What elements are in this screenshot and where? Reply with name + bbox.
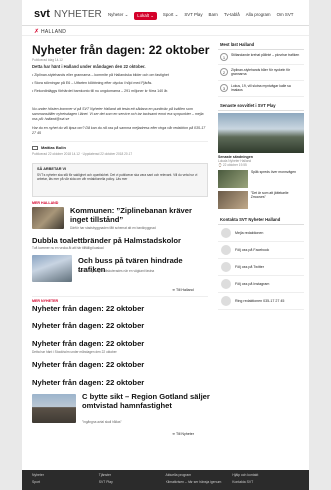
instagram-icon — [221, 278, 231, 289]
byline: Mattias Bolin Publicerad 22 oktober 2018… — [32, 141, 208, 156]
site-footer: Nyheter Tjänster Aktuella program Hjälp … — [22, 470, 309, 490]
rank-badge: 2 — [220, 68, 228, 76]
footer-heading: Tjänster — [98, 473, 111, 477]
notice-text: SVT:s nyheter ska stå för saklighet och … — [37, 173, 198, 182]
most-read-item[interactable]: 3 Lokus, 19, vill slutna myntvägar kalle … — [218, 81, 304, 97]
rank-badge: 3 — [220, 83, 228, 92]
article-link-sub: Därför har stadsbyggnaden fått schemat a… — [70, 226, 156, 230]
article-link-sub: Två kommer nu en vecka åt att här tillfä… — [32, 246, 104, 250]
news-item-title[interactable]: Nyheter från dagen: 22 oktober — [32, 360, 144, 369]
region-bar: ✗ HALLAND — [22, 26, 309, 36]
nav-alla-program[interactable]: Alla program — [246, 12, 271, 20]
play-item[interactable]: Spåk spreds över monnvägen — [218, 169, 304, 188]
twitter-icon — [221, 261, 231, 272]
article-lead: Detta har hänt i Halland under måndagen … — [32, 64, 146, 69]
nav-om-svt[interactable]: Om SVT — [277, 12, 294, 20]
nav-tv-tabla[interactable]: Tv-tablå — [224, 12, 240, 20]
contact-phone[interactable]: Ring redaktionen 035-17 27 45 — [218, 293, 304, 310]
svt-logo[interactable]: svt NYHETER — [34, 8, 102, 20]
sidebar: Mest läst Halland 1 Stiltandande krehat p… — [218, 40, 304, 310]
more-link[interactable]: ➔ Till Nyheter — [172, 432, 194, 436]
nav-barn[interactable]: Barn — [209, 12, 218, 20]
contact-instagram[interactable]: Följ oss på Instagram — [218, 276, 304, 293]
news-item-sub: ”Ingångna avtal skall hållas” — [82, 420, 122, 424]
byline-author[interactable]: Mattias Bolin — [41, 145, 66, 150]
news-item-sub: Detta har hänt i Stockholm under måndage… — [32, 350, 117, 354]
news-item-title[interactable]: C bytte sikt – Region Gotland säljer omt… — [82, 392, 210, 410]
most-read-heading: Mest läst Halland — [218, 40, 304, 50]
svt-play-heading: Senaste sovvitlet i SVT Play — [218, 101, 304, 111]
contact-heading: Kontakta SVT Nyheter Halland — [218, 215, 304, 225]
most-read-item[interactable]: 2 Ziplinan-stylehands båer för nyckeln fö… — [218, 65, 304, 81]
phone-icon — [221, 295, 231, 306]
footer-heading: Nyheter — [32, 473, 44, 477]
news-item-title[interactable]: Nyheter från dagen: 22 oktober — [32, 339, 144, 348]
video-thumbnail[interactable] — [218, 112, 304, 153]
mail-icon — [221, 227, 231, 238]
footer-link[interactable]: Kontakta SVT — [232, 480, 299, 484]
footer-link[interactable]: SVT Play — [99, 480, 166, 484]
most-read-item[interactable]: 1 Stiltandande krehat pålinté – plovrhar … — [218, 50, 304, 65]
nav-lokalt[interactable]: Lokalt ⌄ — [134, 12, 157, 20]
section-label: MER NYHETER — [32, 299, 59, 303]
divider — [32, 296, 208, 297]
video-date: ⌚ 22 oktober 19.55 — [218, 162, 247, 167]
footer-link[interactable]: Klimatkrisen – här ser hänsja igenum — [166, 480, 233, 484]
byline-dates: Publicerad 22 oktober 2018 14.12 · Uppda… — [32, 152, 133, 156]
section-label: MER HALLAND — [32, 201, 59, 205]
more-link[interactable]: ➔ Till Halland — [172, 288, 194, 292]
article-bullets: • Ziplinan-stylehands eller grannarna – … — [32, 73, 208, 94]
footer-link[interactable]: Sport — [32, 480, 99, 484]
article-link-title[interactable]: Dubbla toalettbränder på Halmstadskolor — [32, 236, 181, 245]
thumbnail[interactable] — [32, 255, 72, 282]
news-item-title[interactable]: Nyheter från dagen: 22 oktober — [32, 304, 144, 313]
contact-facebook[interactable]: Följ oss på Facebook — [218, 242, 304, 259]
news-item-title[interactable]: Nyheter från dagen: 22 oktober — [32, 321, 144, 330]
article-link-title[interactable]: Kommunen: ”Ziplinebanan kräver inget til… — [70, 206, 210, 224]
notice-heading: SÅ ARBETAR VI — [37, 167, 67, 171]
contact-mail[interactable]: Mejla redaktionen — [218, 225, 304, 242]
bullet-link[interactable]: • Ziplinan-stylehands eller grannarna – … — [32, 73, 208, 78]
news-item-title[interactable]: Nyheter från dagen: 22 oktober — [32, 378, 144, 387]
site-header: svt NYHETER Nyheter ⌄ Lokalt ⌄ Sport ⌄ S… — [22, 0, 309, 26]
mail-icon[interactable] — [32, 145, 38, 150]
contact-twitter[interactable]: Följ oss på Twitter — [218, 259, 304, 276]
region-label[interactable]: HALLAND — [41, 29, 66, 35]
rank-badge: 1 — [220, 53, 228, 61]
article-paragraph: Nu under hösten kommer vi på SVT Nyheter… — [32, 107, 204, 121]
nav-nyheter[interactable]: Nyheter ⌄ — [108, 12, 128, 20]
location-pin-icon: ✗ — [34, 29, 40, 35]
footer-heading: Aktuella program — [165, 473, 192, 477]
thumbnail[interactable] — [32, 394, 76, 423]
article-paragraph: Har du en nyhet du vill tipsa om? Då kan… — [32, 126, 206, 135]
article-link-sub: Omledningsvägen diskuterades när en vägk… — [78, 269, 155, 273]
nav-svt-play[interactable]: SVT Play — [184, 12, 202, 20]
play-thumbnail — [218, 190, 248, 209]
play-title: ”Det är som att jättekarlie Zmooves” — [250, 190, 289, 200]
facebook-icon — [221, 244, 231, 255]
page: svt NYHETER Nyheter ⌄ Lokalt ⌄ Sport ⌄ S… — [22, 0, 309, 490]
footer-heading: Hjälp och kontakt — [232, 473, 259, 477]
play-title: Spåk spreds över monnvägen — [251, 169, 297, 174]
play-item[interactable]: ”Det är som att jättekarlie Zmooves” — [218, 190, 304, 209]
notice-box: SÅ ARBETAR VI SVT:s nyheter ska stå för … — [32, 163, 208, 197]
thumbnail[interactable] — [32, 207, 64, 229]
bullet-link[interactable]: • Stora störningar på E6 – Utfarten klöb… — [32, 81, 208, 86]
bullet-link[interactable]: • Rekordinläggs förhärdet barnkonto till… — [32, 89, 208, 94]
article-title: Nyheter från dagen: 22 oktober — [32, 43, 210, 57]
nav-sport[interactable]: Sport ⌄ — [163, 12, 178, 20]
article-published: Publicerad idag 14.12 — [32, 58, 63, 62]
play-thumbnail — [218, 169, 248, 188]
main-nav: Nyheter ⌄ Lokalt ⌄ Sport ⌄ SVT Play Barn… — [108, 12, 293, 20]
